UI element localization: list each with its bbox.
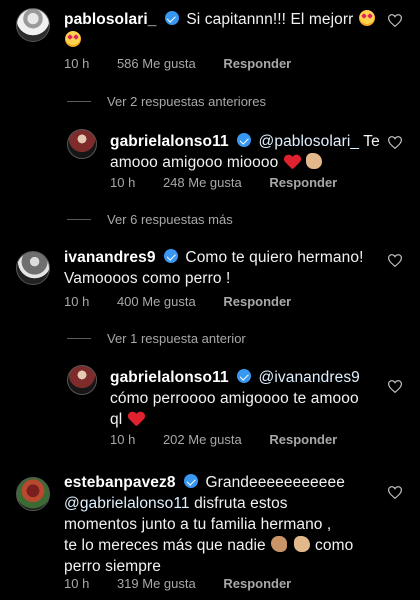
reply-button[interactable]: Responder xyxy=(269,432,337,447)
comment-body: Como te quiero hermano! xyxy=(185,249,364,266)
clapping-hands-icon xyxy=(293,536,310,552)
like-count[interactable]: 202 Me gusta xyxy=(163,432,242,447)
verified-badge-icon xyxy=(164,249,178,263)
verified-badge-icon xyxy=(237,133,252,147)
comment-body: momentos junto a tu familia hermano , xyxy=(64,516,332,533)
comment-body: Vamoooos como perro ! xyxy=(64,270,231,287)
like-count[interactable]: 319 Me gusta xyxy=(117,576,196,591)
comment-body: te lo mereces más que nadie xyxy=(64,537,266,554)
view-more-label[interactable]: Ver 6 respuestas más xyxy=(107,212,233,227)
timestamp: 10 h xyxy=(110,432,136,447)
comment-meta: 10 h 202 Me gusta Responder xyxy=(110,432,361,447)
comment-body: como xyxy=(315,537,354,554)
comment-body: Si capitannn!!! El mejorr xyxy=(186,11,354,28)
view-more-replies[interactable]: Ver 6 respuestas más xyxy=(67,212,233,227)
reply-button[interactable]: Responder xyxy=(269,175,337,190)
username[interactable]: pablosolari_ xyxy=(64,11,157,28)
like-heart-icon[interactable] xyxy=(388,136,402,149)
timestamp: 10 h xyxy=(64,56,90,71)
like-heart-icon[interactable] xyxy=(388,380,402,393)
like-heart-icon[interactable] xyxy=(388,254,402,267)
red-heart-icon xyxy=(284,155,300,169)
comment-text: gabrielalonso11 @pablosolari_ Te amooo a… xyxy=(110,131,380,173)
username[interactable]: gabrielalonso11 xyxy=(110,369,229,386)
reply-button[interactable]: Responder xyxy=(223,576,291,591)
comment-body: perro siempre xyxy=(64,558,161,575)
divider-line xyxy=(67,219,91,220)
divider-line xyxy=(67,338,91,339)
view-more-label[interactable]: Ver 1 respuesta anterior xyxy=(107,331,246,346)
avatar[interactable] xyxy=(16,477,50,511)
username[interactable]: gabrielalonso11 xyxy=(110,133,229,150)
smiling-face-with-heart-eyes-icon xyxy=(358,10,375,26)
comment-text: estebanpavez8 Grandeeeeeeeeeee @gabriela… xyxy=(64,472,384,577)
timestamp: 10 h xyxy=(110,175,136,190)
timestamp: 10 h xyxy=(64,294,90,309)
comment-meta: 10 h 248 Me gusta Responder xyxy=(110,175,361,190)
verified-badge-icon xyxy=(164,11,179,25)
mention-link[interactable]: @pablosolari_ xyxy=(259,133,360,150)
like-heart-icon[interactable] xyxy=(388,14,402,27)
comment-meta: 10 h 586 Me gusta Responder xyxy=(64,56,315,71)
username[interactable]: ivanandres9 xyxy=(64,249,156,266)
comment-meta: 10 h 400 Me gusta Responder xyxy=(64,294,315,309)
red-heart-icon xyxy=(128,412,144,426)
comment-text: gabrielalonso11 @ivanandres9 cómo perroo… xyxy=(110,367,390,430)
comment-body: Grandeeeeeeeeeee xyxy=(205,474,345,491)
like-count[interactable]: 248 Me gusta xyxy=(163,175,242,190)
comment-body: cómo perroooo amigoooo te amooo xyxy=(110,390,359,407)
avatar[interactable] xyxy=(16,251,50,285)
comment-body: Te xyxy=(363,133,380,150)
verified-badge-icon xyxy=(184,474,199,488)
comment-body: ql xyxy=(110,411,123,428)
like-count[interactable]: 586 Me gusta xyxy=(117,56,196,71)
ok-hand-icon xyxy=(271,536,288,552)
like-count[interactable]: 400 Me gusta xyxy=(117,294,196,309)
clapping-hands-icon xyxy=(306,153,323,169)
mention-link[interactable]: @ivanandres9 xyxy=(259,369,360,386)
avatar[interactable] xyxy=(16,8,50,42)
reply-button[interactable]: Responder xyxy=(223,294,291,309)
avatar[interactable] xyxy=(67,365,97,395)
comment-text: pablosolari_ Si capitannn!!! El mejorr xyxy=(64,9,384,51)
verified-badge-icon xyxy=(237,369,252,383)
smiling-face-with-heart-eyes-icon xyxy=(65,31,81,47)
username[interactable]: estebanpavez8 xyxy=(64,474,176,491)
view-more-replies[interactable]: Ver 1 respuesta anterior xyxy=(67,331,246,346)
comment-text: ivanandres9 Como te quiero hermano! Vamo… xyxy=(64,247,384,289)
avatar[interactable] xyxy=(67,129,97,159)
view-more-label[interactable]: Ver 2 respuestas anteriores xyxy=(107,94,266,109)
like-heart-icon[interactable] xyxy=(388,486,402,499)
divider-line xyxy=(67,101,91,102)
mention-link[interactable]: @gabrielalonso11 xyxy=(64,495,190,512)
reply-button[interactable]: Responder xyxy=(223,56,291,71)
comment-meta: 10 h 319 Me gusta Responder xyxy=(64,576,315,591)
comment-body: disfruta estos xyxy=(194,495,288,512)
view-more-replies[interactable]: Ver 2 respuestas anteriores xyxy=(67,94,266,109)
timestamp: 10 h xyxy=(64,576,90,591)
comment-body: amooo amigooo mioooo xyxy=(110,154,279,171)
